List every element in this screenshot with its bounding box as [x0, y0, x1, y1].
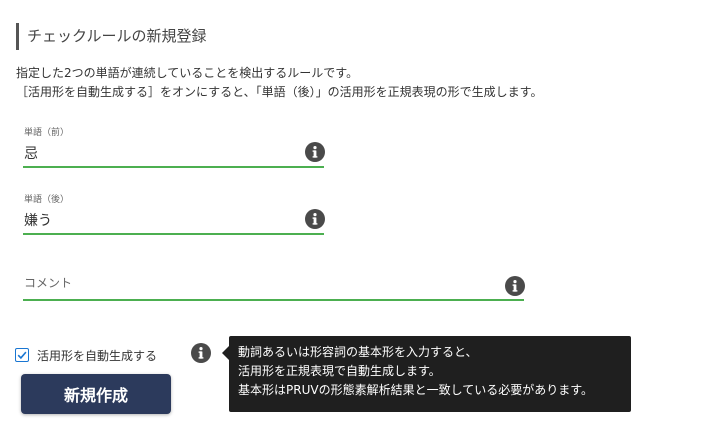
- page-title: チェックルールの新規登録: [16, 23, 207, 50]
- auto-conjugate-checkbox-row[interactable]: 活用形を自動生成する: [15, 345, 157, 365]
- create-button[interactable]: 新規作成: [21, 374, 171, 414]
- word-after-label: 単語（後）: [24, 195, 70, 205]
- word-after-input[interactable]: 嫌う: [24, 210, 52, 230]
- tooltip-arrow: [222, 346, 229, 360]
- auto-conjugate-label[interactable]: 活用形を自動生成する: [37, 347, 157, 364]
- info-icon[interactable]: [305, 142, 325, 162]
- word-before-input[interactable]: 忌: [24, 143, 38, 163]
- word-before-label: 単語（前）: [24, 128, 70, 138]
- word-after-underline: [23, 233, 324, 235]
- description-line: 指定した2つの単語が連続していることを検出するルールです。: [16, 66, 359, 80]
- page-description: 指定した2つの単語が連続していることを検出するルールです。 ［活用形を自動生成す…: [16, 64, 542, 102]
- check-icon: [17, 351, 27, 360]
- info-icon[interactable]: [305, 209, 325, 229]
- word-after-field[interactable]: 単語（後） 嫌う: [15, 189, 327, 237]
- tooltip-line: 活用形を正規表現で自動生成します。: [238, 364, 441, 378]
- auto-conjugate-checkbox[interactable]: [15, 348, 29, 362]
- word-before-underline: [23, 166, 324, 168]
- info-icon[interactable]: [191, 343, 211, 363]
- word-before-field[interactable]: 単語（前） 忌: [15, 122, 327, 170]
- comment-input[interactable]: コメント: [24, 274, 72, 291]
- description-line: ［活用形を自動生成する］をオンにすると、「単語（後）」の活用形を正規表現の形で生…: [16, 85, 543, 99]
- tooltip-line: 動詞あるいは形容詞の基本形を入力すると、: [238, 345, 478, 359]
- tooltip-line: 基本形はPRUVの形態素解析結果と一致している必要があります。: [238, 383, 594, 397]
- tooltip: 動詞あるいは形容詞の基本形を入力すると、 活用形を正規表現で自動生成します。 基…: [222, 336, 631, 412]
- comment-field[interactable]: コメント: [15, 266, 527, 306]
- info-icon[interactable]: [505, 276, 525, 296]
- comment-underline: [23, 299, 524, 301]
